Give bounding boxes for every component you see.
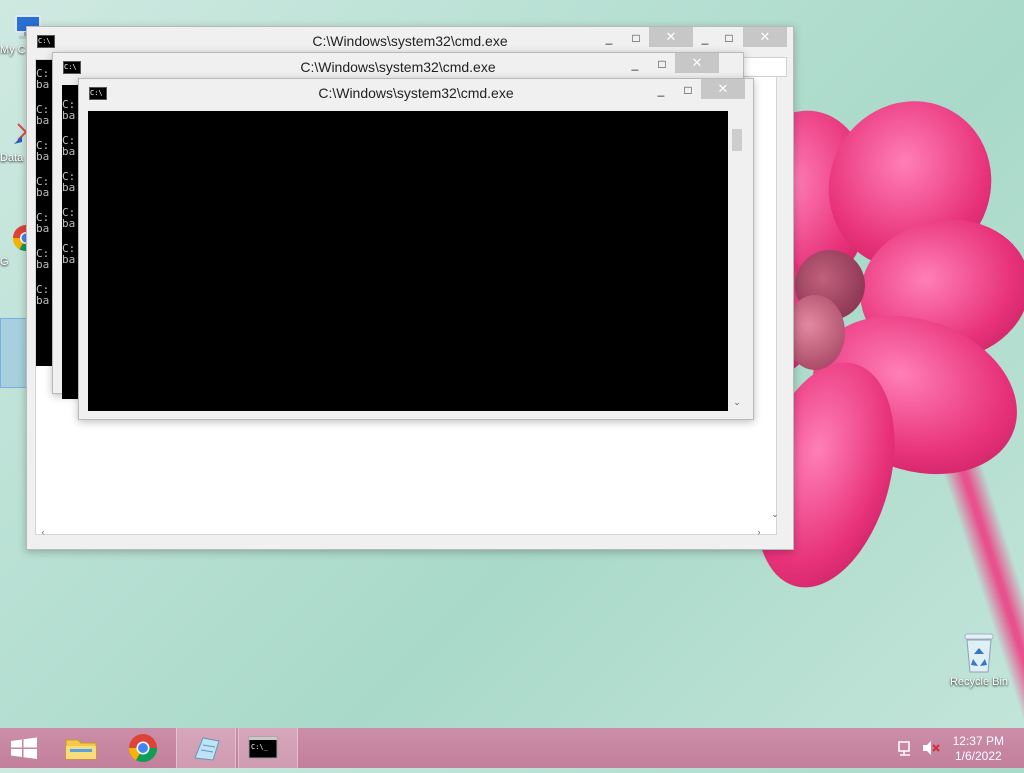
close-button[interactable]: ✕ — [649, 27, 693, 47]
cmd-icon: C:\_ — [248, 736, 278, 759]
chrome-icon — [129, 734, 157, 762]
console-output[interactable] — [88, 111, 728, 411]
close-button[interactable]: ✕ — [675, 53, 719, 73]
scroll-right-arrow[interactable]: › — [751, 527, 767, 537]
taskbar: C:\_ 12:37 PM 1/6/2022 — [0, 728, 1024, 768]
minimize-button[interactable]: _ — [623, 55, 647, 73]
maximize-button[interactable]: □ — [650, 55, 674, 73]
desktop: My C Data G Recycle Bin C:\ C:\Windows\s… — [0, 0, 1024, 728]
minimize-button[interactable]: _ — [693, 29, 717, 47]
taskbar-file-explorer[interactable] — [52, 728, 110, 768]
system-clock[interactable]: 12:37 PM 1/6/2022 — [953, 734, 1004, 764]
scrollbar-thumb[interactable] — [732, 129, 742, 151]
svg-text:C:\_: C:\_ — [251, 743, 269, 751]
taskbar-command-prompt[interactable]: C:\_ — [238, 728, 298, 768]
clock-time: 12:37 PM — [952, 734, 1004, 748]
close-button[interactable]: ✕ — [743, 27, 787, 47]
minimize-button[interactable]: _ — [649, 81, 673, 99]
vertical-scrollbar[interactable]: ⌄ — [729, 111, 745, 411]
cmd-window-3[interactable]: C:\ C:\Windows\system32\cmd.exe _ □ ✕ ⌄ — [78, 78, 754, 420]
scroll-left-arrow[interactable]: ‹ — [35, 527, 51, 537]
scroll-down-arrow[interactable]: ⌄ — [729, 397, 745, 408]
volume-tray-icon[interactable] — [920, 728, 942, 768]
taskbar-chrome[interactable] — [114, 728, 172, 768]
start-button[interactable] — [0, 728, 50, 768]
maximize-button[interactable]: □ — [717, 29, 741, 47]
title-bar[interactable]: C:\ C:\Windows\system32\cmd.exe _ □ ✕ — [79, 79, 753, 105]
folder-icon — [65, 739, 97, 760]
maximize-button[interactable]: □ — [624, 29, 648, 47]
network-tray-icon[interactable] — [896, 728, 918, 768]
windows-logo-icon — [11, 737, 37, 759]
title-bar[interactable]: C:\ C:\Windows\system32\cmd.exe _ □ ✕ — [53, 53, 743, 79]
recycle-bin-icon — [962, 632, 996, 673]
console-output[interactable]: C: ba C: ba C: ba C: ba C: ba — [62, 85, 78, 399]
volume-muted-icon — [923, 741, 940, 755]
desktop-icon-recycle-bin[interactable]: Recycle Bin — [944, 632, 1014, 688]
maximize-button[interactable]: □ — [676, 81, 700, 99]
title-bar[interactable]: C:\ C:\Windows\system32\cmd.exe _ □ ✕ _ … — [27, 27, 793, 53]
scroll-down-arrow[interactable]: ⌄ — [767, 509, 783, 520]
taskbar-notepad[interactable] — [176, 728, 236, 768]
recycle-bin-label: Recycle Bin — [949, 676, 1009, 688]
notepad-icon — [194, 737, 220, 761]
close-button[interactable]: ✕ — [701, 79, 745, 99]
minimize-button[interactable]: _ — [597, 29, 621, 47]
clock-date: 1/6/2022 — [954, 749, 1002, 763]
network-icon — [898, 741, 910, 756]
